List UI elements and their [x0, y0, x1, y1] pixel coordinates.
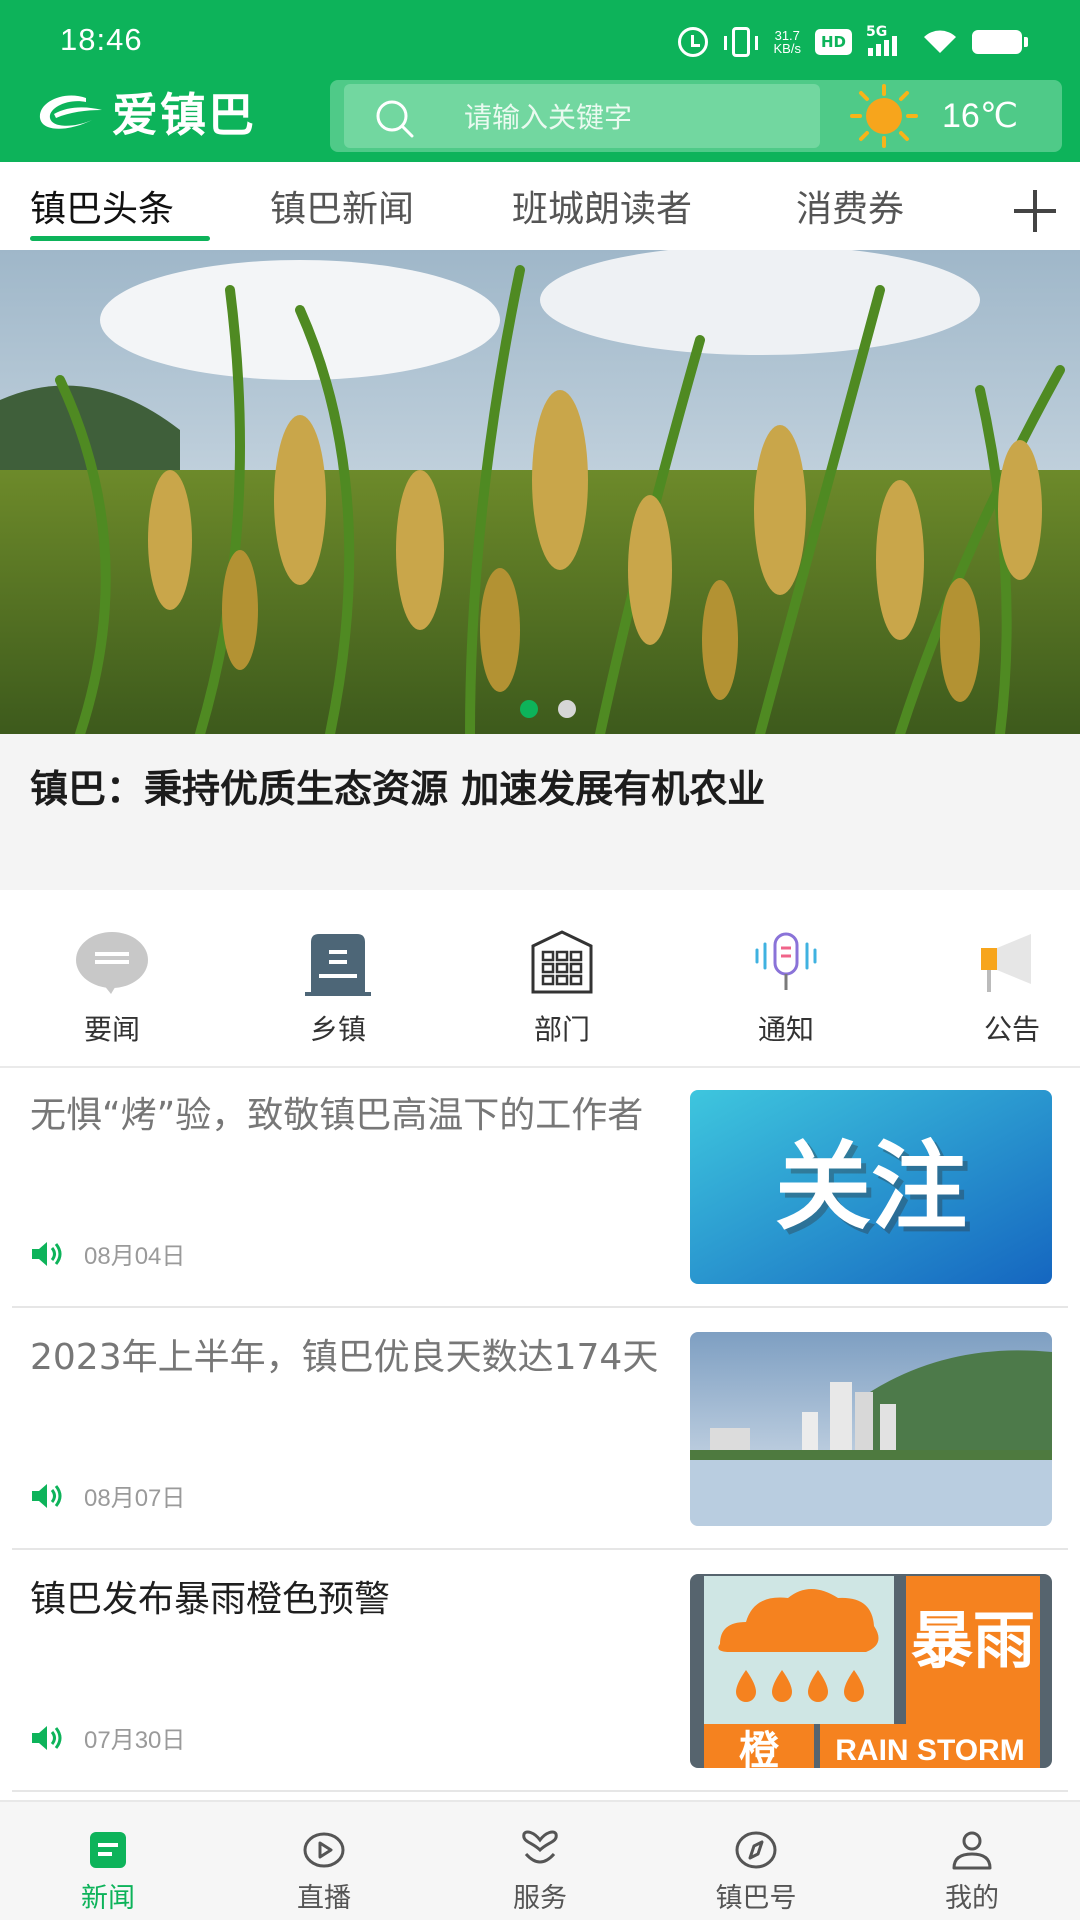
news-title: 无惧“烤”验，致敬镇巴高温下的工作者 [30, 1095, 644, 1136]
tab-headlines[interactable]: 镇巴头条 [30, 180, 174, 232]
compass-icon [735, 1831, 777, 1869]
weather-widget[interactable]: 16℃ [846, 84, 1046, 148]
quick-link-notices[interactable]: 通知 [716, 930, 856, 1048]
carousel-dots [520, 700, 576, 718]
news-meta: 07月30日 [30, 1720, 185, 1755]
news-date: 08月04日 [84, 1243, 186, 1270]
microphone-icon [755, 932, 817, 990]
speaker-icon[interactable] [30, 1724, 64, 1752]
banner-image [0, 250, 1080, 734]
person-icon [952, 1831, 992, 1870]
quick-link-news[interactable]: 要闻 [42, 930, 182, 1048]
play-icon [303, 1832, 345, 1868]
news-title: 2023年上半年，镇巴优良天数达174天 [30, 1337, 659, 1378]
network-speed-unit: KB/s [773, 41, 801, 56]
carousel-dot[interactable] [558, 700, 576, 718]
logo-text: 爱镇巴 [112, 88, 256, 142]
logo-mark-icon [39, 95, 102, 129]
hd-badge: HD [814, 29, 852, 55]
app-header: 18:46 31.7 KB/s HD 5G 爱镇巴 请输入关键字 16℃ [0, 0, 1080, 162]
banner-headline: 镇巴：秉持优质生态资源 加速发展有机农业 [30, 767, 766, 811]
quick-links: 要闻 乡镇 部门 通知 公告 [0, 898, 1080, 1068]
thumbnail-city-landscape [690, 1332, 1052, 1526]
quick-link-label: 乡镇 [309, 1013, 366, 1046]
megaphone-icon [981, 934, 1031, 992]
tab-readers[interactable]: 班城朗读者 [512, 180, 692, 232]
nav-zhenba-account[interactable]: 镇巴号 [686, 1830, 826, 1915]
vibrate-icon [723, 27, 758, 57]
banner-caption[interactable]: 镇巴：秉持优质生态资源 加速发展有机农业 [0, 734, 1080, 890]
news-thumbnail: 暴雨 橙 RAIN STORM [690, 1574, 1052, 1768]
thumbnail-text: 橙 [739, 1728, 780, 1768]
nav-label: 服务 [513, 1883, 567, 1914]
building-icon [305, 934, 371, 996]
news-item[interactable]: 镇巴发布暴雨橙色预警 07月30日 暴雨 橙 RAIN STORM [12, 1552, 1068, 1792]
nav-live[interactable]: 直播 [254, 1830, 394, 1915]
office-icon [531, 930, 593, 994]
search-input[interactable]: 请输入关键字 [344, 84, 820, 148]
thumbnail-follow: 关注 关注 [690, 1090, 1052, 1284]
news-icon [90, 1832, 126, 1868]
nav-label: 镇巴号 [715, 1883, 797, 1914]
status-icons: 31.7 KB/s HD 5G [677, 24, 1028, 60]
news-thumbnail: 关注 关注 [690, 1090, 1052, 1284]
nav-label: 新闻 [81, 1883, 135, 1914]
thumbnail-text: 暴雨 [911, 1604, 1035, 1677]
tab-coupons[interactable]: 消费券 [796, 180, 904, 232]
sun-icon [850, 84, 918, 148]
wifi-icon [922, 29, 958, 55]
nav-label: 我的 [945, 1883, 999, 1914]
quick-link-label: 部门 [533, 1013, 590, 1046]
nav-services[interactable]: 服务 [470, 1830, 610, 1915]
news-date: 07月30日 [84, 1727, 186, 1754]
carousel-dot-active[interactable] [520, 700, 538, 718]
app-logo[interactable]: 爱镇巴 [34, 86, 256, 142]
news-item[interactable]: 无惧“烤”验，致敬镇巴高温下的工作者 08月04日 关注 关注 [12, 1068, 1068, 1308]
news-date: 08月07日 [84, 1485, 186, 1512]
quick-link-label: 公告 [983, 1013, 1040, 1046]
nav-profile[interactable]: 我的 [902, 1830, 1042, 1915]
speaker-icon[interactable] [30, 1482, 64, 1510]
quick-link-label: 要闻 [83, 1013, 140, 1046]
status-time: 18:46 [60, 22, 143, 57]
message-icon [76, 932, 148, 994]
news-meta: 08月07日 [30, 1478, 185, 1513]
nav-label: 直播 [297, 1883, 351, 1914]
network-speed: 31.7 KB/s [774, 29, 801, 55]
status-bar: 18:46 31.7 KB/s HD 5G [0, 0, 1080, 80]
quick-link-label: 通知 [757, 1013, 814, 1046]
battery-icon [972, 30, 1028, 54]
channel-tabs: 镇巴头条 镇巴新闻 班城朗读者 消费券 [0, 162, 1080, 250]
thumbnail-rainstorm-warning: 暴雨 橙 RAIN STORM [690, 1574, 1052, 1768]
quick-link-towns[interactable]: 乡镇 [268, 930, 408, 1048]
quick-link-announcements[interactable]: 公告 [942, 930, 1080, 1048]
search-icon [376, 100, 414, 138]
search-placeholder: 请输入关键字 [464, 101, 633, 134]
speaker-icon[interactable] [30, 1240, 64, 1268]
thumbnail-text: 关注 [775, 1131, 967, 1243]
quick-link-departments[interactable]: 部门 [492, 930, 632, 1048]
banner-carousel[interactable] [0, 250, 1080, 734]
nav-news[interactable]: 新闻 [38, 1830, 178, 1915]
tab-news[interactable]: 镇巴新闻 [270, 180, 414, 232]
news-meta: 08月04日 [30, 1236, 185, 1271]
thumbnail-text: RAIN STORM [835, 1734, 1024, 1767]
active-tab-indicator [30, 236, 210, 241]
alarm-icon [677, 27, 708, 57]
service-icon [522, 1830, 558, 1864]
search-weather-bar: 请输入关键字 16℃ [330, 80, 1062, 152]
news-item[interactable]: 2023年上半年，镇巴优良天数达174天 08月07日 [12, 1310, 1068, 1550]
bottom-navigation: 新闻 直播 服务 镇巴号 我的 [0, 1800, 1080, 1920]
add-channel-icon[interactable] [1010, 186, 1060, 236]
news-thumbnail [690, 1332, 1052, 1526]
temperature: 16℃ [942, 97, 1019, 135]
network-type: 5G [866, 24, 888, 40]
signal-icon: 5G [866, 24, 908, 56]
news-title: 镇巴发布暴雨橙色预警 [30, 1579, 391, 1620]
